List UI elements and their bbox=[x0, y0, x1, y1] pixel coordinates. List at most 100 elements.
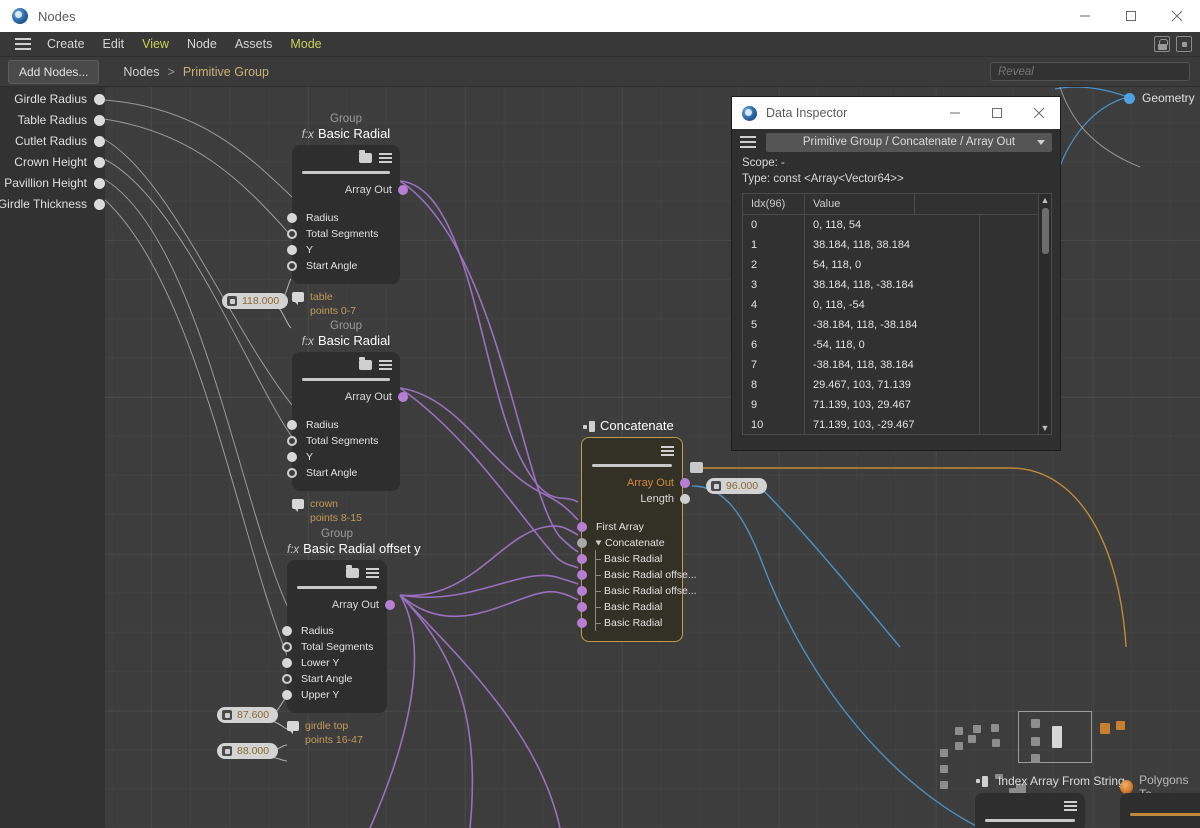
input-port-dot-icon[interactable] bbox=[282, 658, 292, 668]
input-port-dot-icon[interactable] bbox=[577, 554, 587, 564]
table-scrollbar[interactable]: ▲ ▼ bbox=[1038, 194, 1051, 434]
chevron-up-icon[interactable]: ▲ bbox=[1041, 194, 1050, 206]
input-port-girdle-radius[interactable]: Girdle Radius bbox=[0, 92, 105, 106]
port-dot-icon[interactable] bbox=[1124, 93, 1135, 104]
node-input-concatenate-group[interactable]: Concatenate bbox=[590, 535, 674, 551]
node-input-y[interactable]: Y bbox=[300, 242, 392, 258]
input-port-crown-height[interactable]: Crown Height bbox=[0, 155, 105, 169]
node-basic-radial-crown[interactable]: Group f:xBasic Radial Array Out Radius bbox=[292, 320, 400, 525]
node-body[interactable]: Array Out Radius Total Segments Lower Y bbox=[287, 560, 387, 713]
table-row[interactable]: 5 -38.184, 118, -38.184 bbox=[743, 315, 1051, 335]
input-port-pavillion-height[interactable]: Pavillion Height bbox=[0, 176, 105, 190]
folder-icon[interactable] bbox=[346, 568, 359, 578]
close-icon[interactable] bbox=[1154, 0, 1200, 32]
node-subinput-basic-radial-2[interactable]: Basic Radial bbox=[590, 599, 674, 615]
node-output-array-out[interactable]: Array Out bbox=[300, 182, 392, 198]
hamburger-menu-icon[interactable] bbox=[8, 38, 38, 50]
folder-icon[interactable] bbox=[359, 153, 372, 163]
minimize-icon[interactable] bbox=[1062, 0, 1108, 32]
port-dot-icon[interactable] bbox=[94, 94, 105, 105]
menu-lines-icon[interactable] bbox=[379, 360, 392, 370]
table-row[interactable]: 8 29.467, 103, 71.139 bbox=[743, 375, 1051, 395]
maximize-icon[interactable] bbox=[1108, 0, 1154, 32]
reveal-search-box[interactable] bbox=[990, 62, 1190, 81]
input-port-dot-icon[interactable] bbox=[282, 690, 292, 700]
input-port-dot-icon[interactable] bbox=[287, 420, 297, 430]
node-input-radius[interactable]: Radius bbox=[300, 210, 392, 226]
node-concatenate[interactable]: Concatenate Array Out Length Fi bbox=[581, 418, 683, 642]
chevron-down-icon[interactable] bbox=[1037, 140, 1045, 145]
input-port-dot-icon[interactable] bbox=[577, 586, 587, 596]
port-dot-icon[interactable] bbox=[94, 157, 105, 168]
port-dot-icon[interactable] bbox=[94, 199, 105, 210]
inspector-data-table[interactable]: Idx(96) Value 0 0, 118, 54 1 38.184, 118… bbox=[742, 193, 1052, 435]
output-port-dot-icon[interactable] bbox=[680, 494, 690, 504]
menu-lines-icon[interactable] bbox=[1064, 801, 1077, 811]
reveal-input[interactable] bbox=[998, 66, 1182, 78]
input-port-cutlet-radius[interactable]: Cutlet Radius bbox=[0, 134, 105, 148]
menu-lines-icon[interactable] bbox=[366, 568, 379, 578]
input-port-dot-icon[interactable] bbox=[577, 522, 587, 532]
menu-lines-icon[interactable] bbox=[379, 153, 392, 163]
input-port-dot-icon[interactable] bbox=[287, 229, 297, 239]
table-row[interactable]: 7 -38.184, 118, 38.184 bbox=[743, 355, 1051, 375]
node-input-start-angle[interactable]: Start Angle bbox=[300, 465, 392, 481]
minimize-icon[interactable] bbox=[934, 97, 976, 129]
menu-item-mode[interactable]: Mode bbox=[281, 34, 330, 54]
node-input-y[interactable]: Y bbox=[300, 449, 392, 465]
breadcrumb-item-primitive-group[interactable]: Primitive Group bbox=[183, 65, 269, 79]
expand-triangle-icon[interactable] bbox=[596, 541, 602, 546]
input-port-dot-icon[interactable] bbox=[577, 602, 587, 612]
node-body[interactable]: Array Out Length First Array Concatenate bbox=[581, 437, 683, 642]
value-badge-118[interactable]: 118.000 bbox=[222, 293, 288, 309]
pin-icon[interactable] bbox=[1176, 36, 1192, 52]
input-port-dot-icon[interactable] bbox=[577, 618, 587, 628]
menu-item-node[interactable]: Node bbox=[178, 34, 226, 54]
node-index-array-from-string[interactable]: Array bbox=[975, 793, 1085, 828]
input-port-dot-icon[interactable] bbox=[577, 570, 587, 580]
input-port-table-radius[interactable]: Table Radius bbox=[0, 113, 105, 127]
value-badge-87-600[interactable]: 87.600 bbox=[217, 707, 278, 723]
table-row[interactable]: 4 0, 118, -54 bbox=[743, 295, 1051, 315]
input-port-dot-icon[interactable] bbox=[287, 245, 297, 255]
node-output-array-out[interactable]: Array Out bbox=[590, 475, 674, 491]
node-output-array-out[interactable]: Array Out bbox=[295, 597, 379, 613]
menu-item-edit[interactable]: Edit bbox=[94, 34, 134, 54]
node-input-total-segments[interactable]: Total Segments bbox=[295, 639, 379, 655]
node-input-radius[interactable]: Radius bbox=[295, 623, 379, 639]
node-input-start-angle[interactable]: Start Angle bbox=[295, 671, 379, 687]
menu-item-assets[interactable]: Assets bbox=[226, 34, 282, 54]
data-source-select[interactable]: Primitive Group / Concatenate / Array Ou… bbox=[766, 133, 1052, 152]
node-subinput-basic-radial-offset-2[interactable]: Basic Radial offse... bbox=[590, 583, 674, 599]
input-port-girdle-thickness[interactable]: Girdle Thickness bbox=[0, 197, 105, 211]
input-port-dot-icon[interactable] bbox=[577, 538, 587, 548]
input-port-dot-icon[interactable] bbox=[282, 642, 292, 652]
output-port-dot-icon[interactable] bbox=[398, 185, 408, 195]
input-port-dot-icon[interactable] bbox=[287, 436, 297, 446]
port-dot-icon[interactable] bbox=[94, 178, 105, 189]
menu-item-view[interactable]: View bbox=[133, 34, 178, 54]
node-polygons-to[interactable] bbox=[1120, 793, 1200, 828]
node-basic-radial-table[interactable]: Group f:xBasic Radial Array Out Radius bbox=[292, 113, 400, 318]
table-row[interactable]: 2 54, 118, 0 bbox=[743, 255, 1051, 275]
input-port-dot-icon[interactable] bbox=[282, 674, 292, 684]
node-input-first-array[interactable]: First Array bbox=[590, 519, 674, 535]
input-port-dot-icon[interactable] bbox=[287, 468, 297, 478]
node-body[interactable]: Array Out Radius Total Segments Y bbox=[292, 352, 400, 491]
maximize-icon[interactable] bbox=[976, 97, 1018, 129]
port-dot-icon[interactable] bbox=[94, 115, 105, 126]
input-port-dot-icon[interactable] bbox=[287, 452, 297, 462]
output-port-geometry[interactable]: Geometry bbox=[1124, 91, 1195, 105]
input-port-dot-icon[interactable] bbox=[282, 626, 292, 636]
value-badge-96-000[interactable]: 96.000 bbox=[706, 478, 767, 494]
scrollbar-thumb[interactable] bbox=[1042, 208, 1049, 254]
lock-icon[interactable] bbox=[1154, 36, 1170, 52]
add-nodes-button[interactable]: Add Nodes... bbox=[8, 60, 99, 84]
data-inspector-window[interactable]: Data Inspector Primitive Group / Concate… bbox=[731, 96, 1061, 451]
hamburger-menu-icon[interactable] bbox=[738, 136, 758, 148]
table-row[interactable]: 3 38.184, 118, -38.184 bbox=[743, 275, 1051, 295]
node-input-upper-y[interactable]: Upper Y bbox=[295, 687, 379, 703]
wire-reroute-chip[interactable] bbox=[690, 462, 703, 473]
node-subinput-basic-radial-offset-1[interactable]: Basic Radial offse... bbox=[590, 567, 674, 583]
folder-icon[interactable] bbox=[359, 360, 372, 370]
